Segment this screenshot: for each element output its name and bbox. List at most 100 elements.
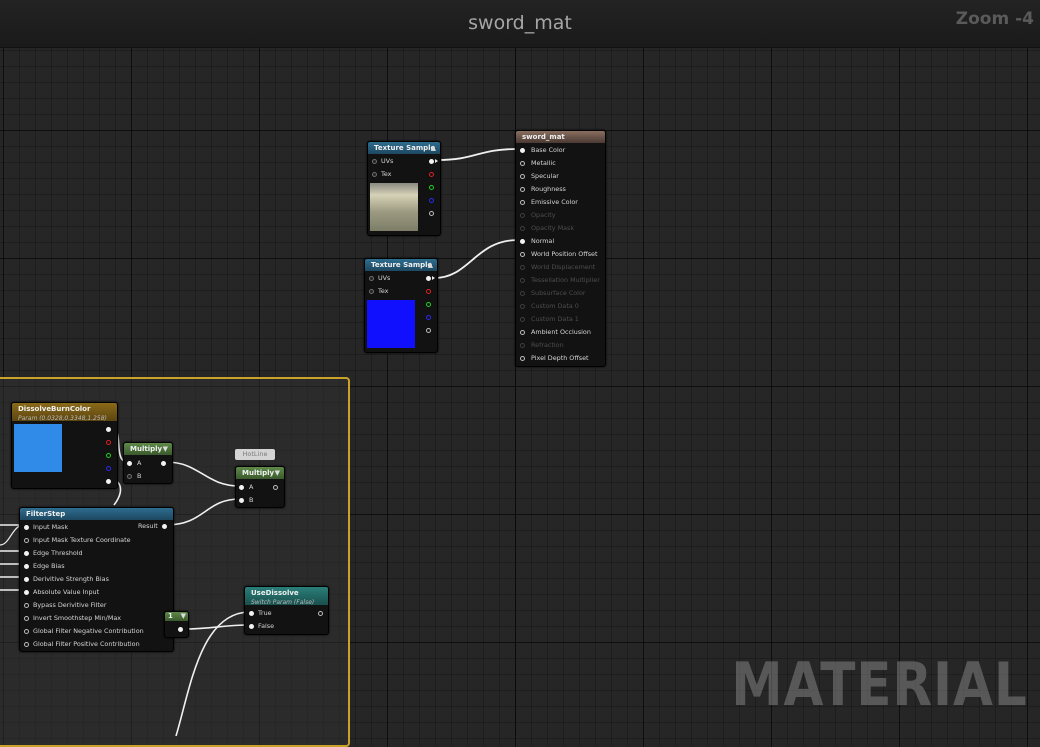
collapse-arrow-icon[interactable]: ▲ [428,259,433,271]
result-input-label: Opacity Mask [531,224,575,232]
filter-step-input-label: Invert Smoothstep Min/Max [33,614,122,622]
g-output-pin[interactable] [429,185,434,190]
collapse-arrow-icon[interactable]: ▼ [275,467,280,479]
multiply-node-2[interactable]: Multiply ▼ A B [235,466,285,508]
b-label: B [249,496,254,504]
filter-step-input-pin[interactable] [24,551,29,556]
uvs-input-pin[interactable] [369,276,374,281]
rgb-output-pin[interactable] [426,276,431,281]
b-output-pin[interactable] [106,466,111,471]
a-input-pin[interactable] [239,485,244,490]
result-input-pin[interactable] [520,148,525,153]
filter-step-input-pin[interactable] [24,629,29,634]
collapse-arrow-icon[interactable]: ▼ [181,612,186,621]
a-input-pin[interactable] [127,461,132,466]
result-input-pin[interactable] [520,161,525,166]
b-output-pin[interactable] [426,315,431,320]
constant-value: 1 [168,612,173,620]
a-output-pin[interactable] [429,211,434,216]
multiply-node-1[interactable]: Multiply ▼ A B [123,442,173,484]
b-input-pin[interactable] [239,498,244,503]
result-input-pin[interactable] [520,265,525,270]
result-output-pin[interactable] [162,524,167,529]
filter-step-input-pin[interactable] [24,577,29,582]
result-input-pin[interactable] [520,317,525,322]
result-input-pin[interactable] [520,174,525,179]
a-label: A [137,459,142,467]
result-input-pin[interactable] [520,291,525,296]
result-input-pin[interactable] [520,304,525,309]
wire-texture1-to-basecolor [436,148,519,161]
hotline-label[interactable]: HotLine [235,449,275,460]
tex-input-pin[interactable] [372,172,377,177]
tex-label: Tex [378,287,389,295]
filter-step-input-label: Global Filter Negative Contribution [33,627,144,635]
result-output-pin[interactable] [318,611,323,616]
a-output-pin[interactable] [106,479,111,484]
filter-step-input-pin[interactable] [24,603,29,608]
result-input-pin[interactable] [520,343,525,348]
uvs-input-pin[interactable] [372,159,377,164]
result-input-pin[interactable] [520,213,525,218]
material-editor-watermark: MATERIAL [731,650,1028,720]
filter-step-input-label: Derivitive Strength Bias [33,575,109,583]
use-dissolve-switch-node[interactable]: UseDissolve Switch Param (False) True Fa… [244,586,329,635]
result-input-label: Pixel Depth Offset [531,354,589,362]
filter-step-input-pin[interactable] [24,616,29,621]
result-input-label: World Displacement [531,263,596,271]
color-swatch[interactable] [14,424,62,472]
result-input-pin[interactable] [520,187,525,192]
texture-preview-thumbnail [370,183,418,231]
filter-step-input-pin[interactable] [24,525,29,530]
result-input-pin[interactable] [520,200,525,205]
material-result-node[interactable]: sword_mat Base Color Metallic Specular Roug… [515,130,606,367]
result-input-label: Tessellation Multiplier [531,276,600,284]
dissolve-burn-color-param-node[interactable]: DissolveBurnColor Param (0.0328,0.3348,1… [11,402,118,489]
node-title: FilterStep [26,510,66,518]
result-input-pin[interactable] [520,226,525,231]
node-header: FilterStep [20,508,173,520]
filter-step-input-pin[interactable] [24,564,29,569]
result-input-pin[interactable] [520,356,525,361]
a-output-pin[interactable] [426,328,431,333]
wire-multiply1-to-multiply2-a [165,461,241,487]
result-output-pin[interactable] [161,461,166,466]
result-input-pin[interactable] [520,330,525,335]
filter-step-input-pin[interactable] [24,590,29,595]
false-input-pin[interactable] [249,624,254,629]
filter-step-input-label: Input Mask Texture Coordinate [33,536,131,544]
collapse-arrow-icon[interactable]: ▲ [431,142,436,154]
g-output-pin[interactable] [106,453,111,458]
rgb-output-pin[interactable] [429,159,434,164]
tex-label: Tex [381,170,392,178]
b-input-pin[interactable] [127,474,132,479]
tex-input-pin[interactable] [369,289,374,294]
filter-step-input-pin[interactable] [24,642,29,647]
collapse-arrow-icon[interactable]: ▼ [163,443,168,455]
result-output-pin[interactable] [273,485,278,490]
result-input-pin[interactable] [520,252,525,257]
filter-step-input-pin[interactable] [24,538,29,543]
node-header: UseDissolve Switch Param (False) [245,587,328,606]
node-title: Multiply [130,445,163,453]
node-header: Multiply ▼ [236,467,284,479]
result-input-pin[interactable] [520,239,525,244]
rgb-output-pin[interactable] [106,427,111,432]
r-output-pin[interactable] [106,440,111,445]
a-label: A [249,483,254,491]
texture-sample-node-1[interactable]: Texture Sample ▲ UVs Tex [367,141,441,236]
texture-sample-node-2[interactable]: Texture Sample ▲ UVs Tex [364,258,438,353]
result-output-label: Result [138,522,158,530]
r-output-pin[interactable] [426,289,431,294]
result-input-label: Custom Data 1 [531,315,579,323]
value-output-pin[interactable] [178,627,183,632]
filter-step-node[interactable]: FilterStep Result Input Mask Input Mask T… [19,507,174,652]
filter-step-input-label: Input Mask [33,523,69,531]
result-input-pin[interactable] [520,278,525,283]
constant-node[interactable]: 1 ▼ [164,611,189,638]
r-output-pin[interactable] [429,172,434,177]
true-input-pin[interactable] [249,611,254,616]
b-label: B [137,472,142,480]
b-output-pin[interactable] [429,198,434,203]
g-output-pin[interactable] [426,302,431,307]
